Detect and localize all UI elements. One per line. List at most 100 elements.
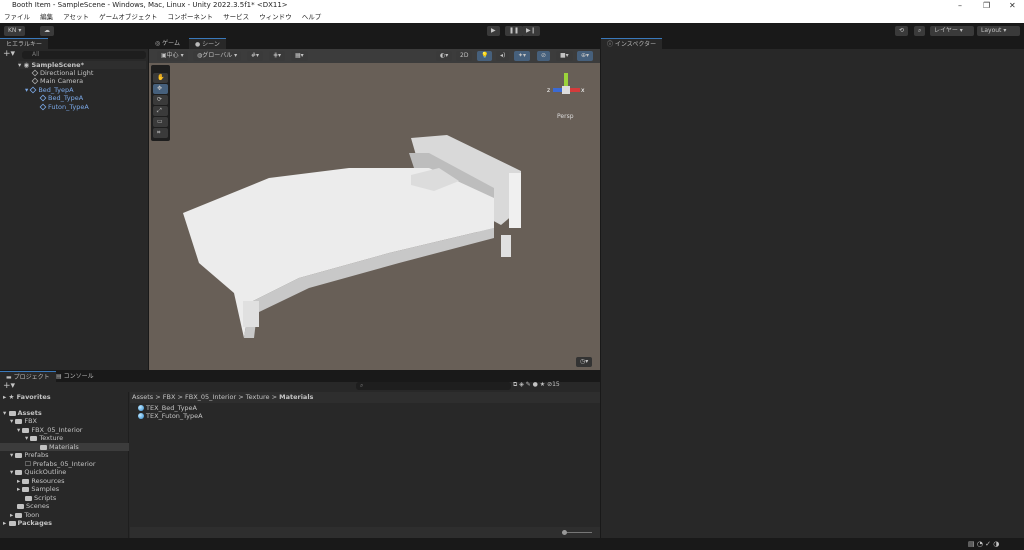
project-footer [130, 527, 600, 538]
tab-hierarchy[interactable]: ヒエラルキー [0, 38, 49, 49]
pause-button[interactable]: ❚❚ [505, 26, 524, 36]
account-button[interactable]: KN ▾ [4, 26, 26, 36]
scene-viewport[interactable]: ✋ ✥ ⟳ ⤢ ▭ ⌗ z x Persp ◷▾ [149, 63, 600, 370]
layout-dropdown[interactable]: Layout ▾ [977, 26, 1020, 36]
cloud-icon[interactable]: ☁ [40, 26, 54, 36]
window-title: Booth Item - SampleScene - Windows, Mac,… [12, 1, 288, 9]
tab-scene[interactable]: ● シーン [189, 38, 226, 49]
menu-help[interactable]: ヘルプ [302, 13, 322, 21]
tree-item[interactable]: Scenes [17, 502, 49, 510]
transform-tool-icon[interactable]: ⌗ [153, 128, 168, 138]
crumb[interactable]: Texture [246, 393, 270, 401]
increment-snap-dropdown[interactable]: ⋕▾ [269, 51, 286, 61]
create-button[interactable]: +▾ [3, 382, 15, 391]
tab-console[interactable]: ▤ コンソール [50, 371, 100, 382]
overlay-menu-button[interactable]: ◷▾ [576, 357, 593, 367]
crumb[interactable]: FBX [163, 393, 176, 401]
prefab-icon [39, 103, 47, 111]
hierarchy-item[interactable]: ▾ Bed_TyepA [25, 86, 74, 94]
menu-gameobject[interactable]: ゲームオブジェクト [99, 13, 157, 21]
minimize-button[interactable]: – [958, 0, 962, 11]
add-button[interactable]: +▾ [3, 50, 15, 59]
tree-item-selected[interactable]: Materials [0, 443, 129, 451]
asset-item[interactable]: TEX_Futon_TypeA [138, 412, 203, 420]
crumb-current[interactable]: Materials [279, 393, 313, 401]
lighting-toggle[interactable]: 💡 [477, 51, 493, 61]
menu-assets[interactable]: アセット [63, 13, 89, 21]
layers-dropdown[interactable]: レイヤー ▾ [930, 26, 974, 36]
hierarchy-search-input[interactable]: All [22, 51, 146, 59]
tab-inspector[interactable]: ⓘ インスペクター [601, 38, 663, 49]
tree-item[interactable]: ▾ Prefabs [10, 451, 48, 459]
effects-dropdown[interactable]: ✦▾ [514, 51, 531, 61]
tree-item[interactable]: ▸ Packages [3, 519, 52, 527]
menu-file[interactable]: ファイル [4, 13, 30, 21]
layout-label: Layout [981, 27, 1002, 34]
material-icon [138, 405, 144, 411]
gizmos-dropdown[interactable]: ⊕▾ [577, 51, 594, 61]
menu-edit[interactable]: 編集 [40, 13, 53, 21]
hierarchy-item[interactable]: Main Camera [31, 77, 83, 85]
favorites[interactable]: ▸ ★ Favorites [3, 393, 51, 401]
tree-label: FBX [24, 417, 37, 425]
axis-z-label: z [547, 87, 551, 94]
hidden-count: 15 [552, 381, 560, 388]
maximize-button[interactable]: ❐ [983, 0, 990, 11]
hierarchy-item[interactable]: Futon_TypeA [39, 103, 89, 111]
history-icon[interactable]: ⟲ [895, 26, 909, 36]
layers-label: レイヤー [934, 27, 958, 34]
menu-services[interactable]: サービス [223, 13, 249, 21]
space-dropdown[interactable]: ◍グローバル ▾ [193, 51, 242, 61]
visibility-toggle[interactable]: ⊘ [537, 51, 551, 61]
tree-item[interactable]: ▾ QuickOutline [10, 468, 66, 476]
grid-snap-dropdown[interactable]: #▾ [247, 51, 264, 61]
tree-item[interactable]: ▾ FBX_05_Interior [17, 426, 82, 434]
tree-item[interactable]: ▸ Resources [17, 477, 65, 485]
hierarchy-item[interactable]: Bed_TypeA [39, 94, 83, 102]
scene-name: SampleScene* [31, 61, 84, 69]
rect-tool-icon[interactable]: ▭ [153, 117, 168, 127]
menu-window[interactable]: ウィンドウ [259, 13, 292, 21]
scene-root[interactable]: ▾ ◉ SampleScene* [18, 61, 146, 69]
camera-dropdown[interactable]: ■▾ [556, 51, 573, 61]
step-button[interactable]: ▶❙ [522, 26, 540, 36]
tree-item[interactable]: ▾ FBX [10, 417, 37, 425]
prefab-icon [39, 94, 47, 102]
project-search-input[interactable]: ⌕ [356, 382, 511, 390]
close-button[interactable]: ✕ [1009, 0, 1016, 11]
draw-mode-dropdown[interactable]: ◐▾ [436, 51, 453, 61]
tree-item[interactable]: ▾ Texture [25, 434, 63, 442]
status-icons[interactable]: ▤ ◔ ✓ ◑ [968, 540, 999, 548]
hand-tool-icon[interactable]: ✋ [153, 73, 168, 83]
title-bar: Booth Item - SampleScene - Windows, Mac,… [0, 0, 1024, 11]
hierarchy-item[interactable]: Directional Light [31, 69, 93, 77]
search-icon[interactable]: ⌕ [914, 26, 926, 36]
grid-dropdown[interactable]: ▦▾ [291, 51, 308, 61]
crumb[interactable]: FBX_05_Interior [185, 393, 236, 401]
project-panel: ▬ プロジェクト ▤ コンソール +▾ ⌕ ⧉ ◈ ✎ ● ★ ⊘15 ▸ ★ … [0, 371, 600, 538]
pivot-dropdown[interactable]: ▣中心 ▾ [157, 51, 188, 61]
toolbar-icons[interactable]: ⧉ ◈ ✎ ● ★ ⊘15 [513, 381, 560, 389]
rotate-tool-icon[interactable]: ⟳ [153, 95, 168, 105]
play-button[interactable]: ▶ [487, 26, 500, 36]
scene-toolbar: ▣中心 ▾ ◍グローバル ▾ #▾ ⋕▾ ▦▾ ◐▾ 2D 💡 ◂) ✦▾ ⊘ … [149, 49, 600, 63]
scale-tool-icon[interactable]: ⤢ [153, 106, 168, 116]
tree-item[interactable]: ☐ Prefabs_05_Interior [25, 460, 96, 468]
pivot-label: 中心 [166, 52, 179, 59]
tree-label: Prefabs_05_Interior [32, 460, 96, 468]
orientation-gizmo[interactable]: z x [547, 71, 587, 111]
tree-label: QuickOutline [24, 468, 67, 476]
tree-item[interactable]: ▾ Assets [3, 409, 42, 417]
move-tool-icon[interactable]: ✥ [153, 84, 168, 94]
tree-item[interactable]: ▸ Samples [17, 485, 59, 493]
crumb[interactable]: Assets [132, 393, 153, 401]
asset-item[interactable]: TEX_Bed_TypeA [138, 404, 197, 412]
tab-game[interactable]: ◎ ゲーム [149, 38, 186, 49]
toggle-2d-button[interactable]: 2D [456, 51, 473, 61]
menu-component[interactable]: コンポーネント [168, 13, 214, 21]
slider-handle[interactable] [562, 530, 567, 535]
projection-label[interactable]: Persp [557, 113, 574, 120]
tree-item[interactable]: ▸ Toon [10, 511, 39, 519]
tree-item[interactable]: Scripts [25, 494, 56, 502]
audio-toggle[interactable]: ◂) [496, 51, 510, 61]
